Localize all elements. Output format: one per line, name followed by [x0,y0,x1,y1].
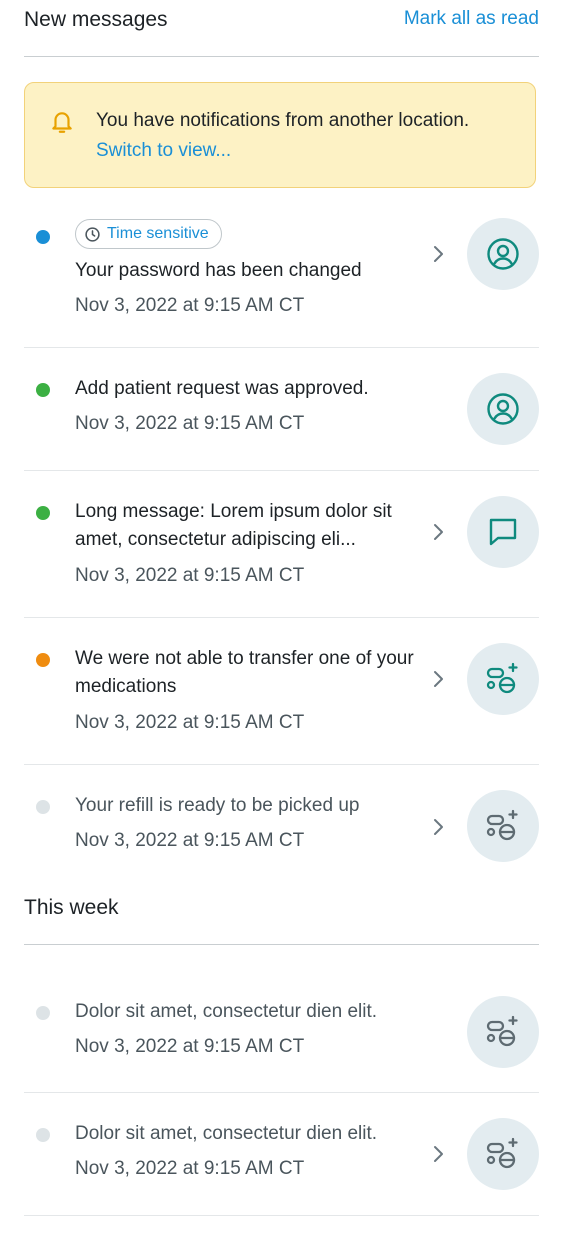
chevron-right-icon[interactable] [429,815,447,839]
notification-item[interactable]: Your refill is ready to be picked up Nov… [24,764,539,874]
this-week-title: This week [24,896,119,919]
notification-item[interactable]: Dolor sit amet, consectetur dien elit. N… [24,1092,539,1216]
clock-icon [85,226,100,242]
notification-date: Nov 3, 2022 at 9:15 AM CT [75,712,305,733]
medication-avatar [467,643,539,715]
medication-icon [486,809,518,841]
this-week-header: This week [24,888,539,945]
medication-icon [486,1137,518,1169]
medication-avatar [467,1118,539,1190]
switch-location-link[interactable]: Switch to view... [96,140,231,162]
user-icon [487,393,519,425]
bell-icon [52,112,72,133]
medication-avatar [467,996,539,1068]
notification-date: Nov 3, 2022 at 9:15 AM CT [75,1036,305,1057]
notification-date: Nov 3, 2022 at 9:15 AM CT [75,565,305,586]
unread-dot [36,230,50,244]
user-avatar [467,218,539,290]
unread-dot [36,383,50,397]
chevron-right-icon[interactable] [429,667,447,691]
notification-item[interactable]: Time sensitive Your password has been ch… [24,206,539,348]
notification-date: Nov 3, 2022 at 9:15 AM CT [75,830,305,851]
user-icon [487,238,519,270]
notification-item[interactable]: Dolor sit amet, consectetur dien elit. N… [24,970,539,1093]
notification-text: Dolor sit amet, consectetur dien elit. [75,1123,378,1144]
time-sensitive-badge: Time sensitive [75,219,222,249]
notification-item[interactable]: We were not able to transfer one of your… [24,617,539,765]
medication-icon [486,1015,518,1047]
chevron-right-icon[interactable] [429,242,447,266]
badge-label: Time sensitive [107,225,209,242]
new-messages-header: New messages Mark all as read [24,0,539,57]
user-avatar [467,373,539,445]
chevron-right-icon[interactable] [429,520,447,544]
read-dot [36,1128,50,1142]
location-banner: You have notifications from another loca… [24,82,536,188]
message-icon [489,518,517,546]
notification-text: Add patient request was approved. [75,378,369,399]
unread-dot [36,506,50,520]
medication-avatar [467,790,539,862]
notification-date: Nov 3, 2022 at 9:15 AM CT [75,413,305,434]
notification-text: Long message: Lorem ipsum dolor sit amet… [75,501,392,550]
notification-date: Nov 3, 2022 at 9:15 AM CT [75,1158,305,1179]
chevron-right-icon[interactable] [429,1142,447,1166]
unread-dot [36,653,50,667]
mark-all-as-read-link[interactable]: Mark all as read [404,8,539,30]
new-messages-title: New messages [24,8,168,31]
notification-item[interactable]: Add patient request was approved. Nov 3,… [24,347,539,471]
notification-text: We were not able to transfer one of your… [75,648,414,697]
notification-text: Your refill is ready to be picked up [75,795,360,816]
medication-icon [486,662,518,694]
message-avatar [467,496,539,568]
banner-message: You have notifications from another loca… [96,110,470,131]
notification-text: Dolor sit amet, consectetur dien elit. [75,1001,378,1022]
notification-text: Your password has been changed [75,260,362,281]
read-dot [36,800,50,814]
notification-date: Nov 3, 2022 at 9:15 AM CT [75,295,305,316]
notification-item[interactable]: Long message: Lorem ipsum dolor sit amet… [24,470,539,618]
read-dot [36,1006,50,1020]
